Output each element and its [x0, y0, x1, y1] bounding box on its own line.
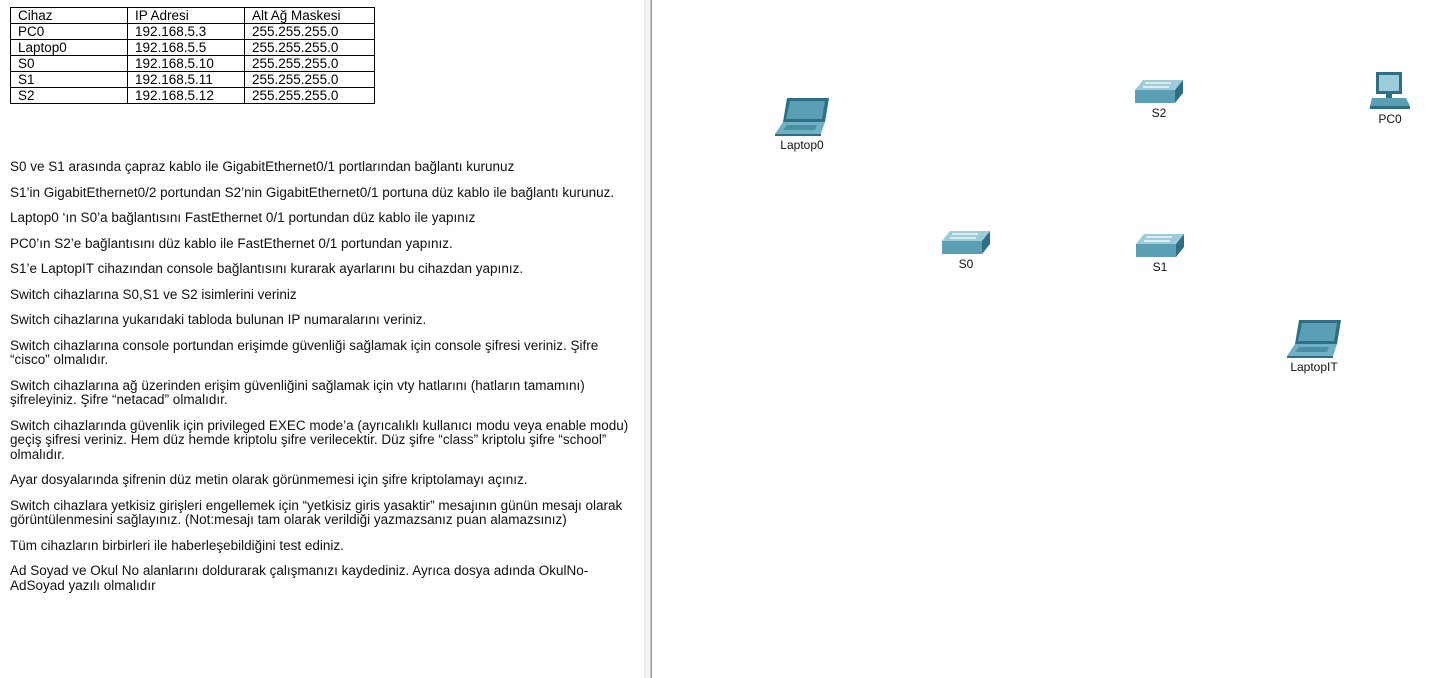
task-item: Tüm cihazların birbirleri ile haberleşeb…: [10, 537, 344, 553]
task-item: Switch cihazlara yetkisiz girişleri enge…: [10, 497, 623, 527]
table-cell: PC0: [10, 23, 128, 40]
laptop-icon: [1287, 320, 1341, 358]
switch-icon: [1135, 80, 1183, 103]
table-header-row: Cihaz IP Adresi Alt Ağ Maskesi: [10, 7, 375, 24]
task-item: Switch cihazlarına yukarıdaki tabloda bu…: [10, 312, 427, 327]
table-cell: S2: [10, 87, 128, 104]
pc-icon: [1370, 72, 1410, 109]
table-row: Laptop0 192.168.5.5 255.255.255.0: [10, 39, 375, 56]
table-cell: 192.168.5.10: [127, 55, 245, 72]
instructions-pane: Cihaz IP Adresi Alt Ağ Maskesi PC0 192.1…: [0, 0, 644, 678]
table-cell: 255.255.255.0: [244, 23, 375, 40]
table-cell: 255.255.255.0: [244, 39, 375, 56]
switch-icon: [1136, 234, 1184, 257]
device-pc0[interactable]: PC0: [1360, 70, 1420, 126]
table-cell: 192.168.5.12: [127, 87, 245, 104]
task-item: Switch cihazlarında güvenlik için privil…: [10, 417, 629, 462]
switch-icon: [942, 231, 990, 254]
laptop-icon: [775, 98, 829, 136]
device-label: S2: [1151, 106, 1167, 120]
device-laptop0[interactable]: Laptop0: [767, 96, 837, 152]
table-cell: S1: [10, 71, 128, 88]
task-item: S1’e LaptopIT cihazından console bağlant…: [10, 261, 524, 276]
task-list: S0 ve S1 arasında çapraz kablo ile Gigab…: [10, 159, 640, 604]
table-cell: Laptop0: [10, 39, 128, 56]
device-s2[interactable]: S2: [1130, 78, 1188, 120]
table-cell: S0: [10, 55, 128, 72]
pane-splitter[interactable]: [644, 0, 652, 678]
column-header: Alt Ağ Maskesi: [244, 7, 375, 24]
column-header: Cihaz: [10, 7, 128, 24]
device-label: Laptop0: [780, 138, 824, 152]
device-label: S0: [958, 257, 974, 271]
device-laptopit[interactable]: LaptopIT: [1277, 318, 1351, 374]
task-item: S0 ve S1 arasında çapraz kablo ile Gigab…: [10, 159, 515, 174]
task-item: S1’in GigabitEthernet0/2 portundan S2’ni…: [10, 184, 615, 200]
table-row: S0 192.168.5.10 255.255.255.0: [10, 55, 375, 72]
task-item: Switch cihazlarına ağ üzerinden erişim g…: [10, 377, 585, 407]
table-cell: 255.255.255.0: [244, 71, 375, 88]
task-item: Ayar dosyalarında şifrenin düz metin ola…: [10, 472, 528, 487]
ip-address-table: Cihaz IP Adresi Alt Ağ Maskesi PC0 192.1…: [10, 7, 375, 104]
task-item: PC0’ın S2’e bağlantısını düz kablo ile F…: [10, 235, 453, 251]
task-item: Switch cihazlarına S0,S1 ve S2 isimlerin…: [10, 286, 297, 302]
device-label: PC0: [1378, 112, 1402, 126]
task-item: Ad Soyad ve Okul No alanlarını doldurara…: [10, 563, 589, 593]
column-header: IP Adresi: [127, 7, 245, 24]
device-label: LaptopIT: [1290, 360, 1338, 374]
table-cell: 255.255.255.0: [244, 87, 375, 104]
table-row: S1 192.168.5.11 255.255.255.0: [10, 71, 375, 88]
device-label: S1: [1152, 260, 1168, 274]
task-item: Switch cihazlarına console portundan eri…: [10, 337, 599, 367]
table-cell: 192.168.5.3: [127, 23, 245, 40]
table-row: PC0 192.168.5.3 255.255.255.0: [10, 23, 375, 40]
device-s1[interactable]: S1: [1131, 232, 1189, 274]
table-row: S2 192.168.5.12 255.255.255.0: [10, 87, 375, 104]
device-s0[interactable]: S0: [937, 229, 995, 271]
table-cell: 192.168.5.11: [127, 71, 245, 88]
table-cell: 192.168.5.5: [127, 39, 245, 56]
task-item: Laptop0 ‘ın S0’a bağlantısını FastEthern…: [10, 210, 476, 225]
topology-workspace[interactable]: Laptop0 S2 PC0 S0 S1 LaptopIT: [652, 0, 1443, 678]
table-cell: 255.255.255.0: [244, 55, 375, 72]
